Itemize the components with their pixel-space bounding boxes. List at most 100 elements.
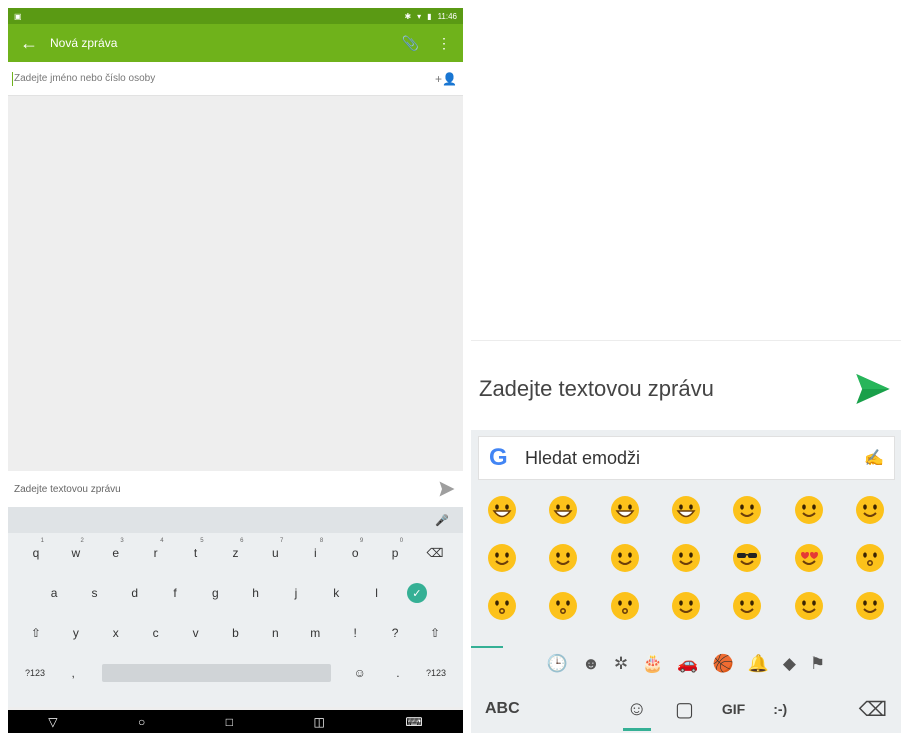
compose-field-zoomed[interactable]: Zadejte textovou zprávu xyxy=(471,350,901,428)
key-z[interactable]: z xyxy=(232,546,238,560)
emoji-search-bar[interactable]: G Hledat emodži ✍ xyxy=(478,436,895,480)
emoji-category-icon[interactable]: 🏀 xyxy=(712,654,733,674)
sticker-tab-icon[interactable]: ▢ xyxy=(675,697,694,722)
emoji-wink-icon[interactable] xyxy=(532,540,593,576)
emoji-kiss-heart-icon[interactable] xyxy=(840,540,901,576)
key-i[interactable]: i xyxy=(314,546,317,560)
emoji-hug-icon[interactable] xyxy=(778,588,839,624)
symbols-key[interactable]: ?123 xyxy=(16,668,54,678)
key-e[interactable]: e xyxy=(112,546,119,560)
key-u[interactable]: u xyxy=(272,546,279,560)
emoji-sunglasses-icon[interactable] xyxy=(717,540,778,576)
emoji-heart-eyes-icon[interactable] xyxy=(778,540,839,576)
done-key[interactable]: ✓ xyxy=(406,583,427,603)
shift-key[interactable]: ⇧ xyxy=(16,626,56,640)
key-l[interactable]: l xyxy=(356,586,396,600)
emoji-kiss-closed-icon[interactable] xyxy=(594,588,655,624)
nav-split-icon[interactable]: ◫ xyxy=(314,715,325,729)
space-key[interactable] xyxy=(102,664,331,682)
key-hint: 7 xyxy=(280,538,284,544)
key-m[interactable]: m xyxy=(295,626,335,640)
nav-back-icon[interactable]: ▽ xyxy=(48,715,57,729)
emoji-category-icon[interactable]: 🚗 xyxy=(677,654,698,674)
key-wrap: o9 xyxy=(335,538,375,560)
back-arrow-icon[interactable]: ← xyxy=(20,33,50,54)
emoji-beam-icon[interactable] xyxy=(532,492,593,528)
emoji-category-icon[interactable]: ◆ xyxy=(783,654,796,674)
emoji-tab-icon[interactable]: ☺ xyxy=(622,698,652,731)
send-icon[interactable] xyxy=(437,479,457,499)
emoji-yum-icon[interactable] xyxy=(655,540,716,576)
nav-home-icon[interactable]: ○ xyxy=(138,715,145,729)
keyboard-row-3: ⇧ y x c v b n m!? ⇧ xyxy=(8,613,463,653)
emoji-thinking-icon[interactable] xyxy=(840,588,901,624)
key-o[interactable]: o xyxy=(352,546,359,560)
emoji-kiss-smile-icon[interactable] xyxy=(532,588,593,624)
emoji-squint-icon[interactable] xyxy=(471,540,532,576)
key-y[interactable]: y xyxy=(56,626,96,640)
recipient-field[interactable]: Zadejte jméno nebo číslo osoby +👤 xyxy=(8,62,463,96)
key-c[interactable]: c xyxy=(136,626,176,640)
key-![interactable]: ! xyxy=(335,626,375,640)
emoji-kiss-icon[interactable] xyxy=(471,588,532,624)
key-k[interactable]: k xyxy=(316,586,356,600)
emoji-category-icon[interactable]: 🕒 xyxy=(547,654,568,674)
key-g[interactable]: g xyxy=(195,586,235,600)
gif-tab[interactable]: GIF xyxy=(722,701,745,717)
key-p[interactable]: p xyxy=(392,546,399,560)
comma-key[interactable]: , xyxy=(54,666,92,680)
microphone-icon[interactable]: 🎤 xyxy=(435,514,449,527)
emoji-category-icon[interactable]: 🔔 xyxy=(748,654,769,674)
key-hint: 0 xyxy=(399,538,404,544)
key-hint: 3 xyxy=(120,538,124,544)
key-?[interactable]: ? xyxy=(375,626,415,640)
emoji-slight-icon[interactable] xyxy=(655,588,716,624)
key-q[interactable]: q xyxy=(33,546,40,560)
emoji-blush-icon[interactable] xyxy=(840,492,901,528)
key-w[interactable]: w xyxy=(72,546,81,560)
emoji-rofl-icon[interactable] xyxy=(655,492,716,528)
add-person-icon[interactable]: +👤 xyxy=(435,72,457,86)
emoji-grin-sweat-icon[interactable] xyxy=(594,492,655,528)
emoji-smile-icon[interactable] xyxy=(717,492,778,528)
key-f[interactable]: f xyxy=(155,586,195,600)
emoji-category-icon[interactable]: 🎂 xyxy=(642,654,663,674)
abc-key[interactable]: ABC xyxy=(485,700,555,718)
handwriting-icon[interactable]: ✍ xyxy=(864,448,884,468)
key-v[interactable]: v xyxy=(176,626,216,640)
key-d[interactable]: d xyxy=(115,586,155,600)
emoji-key[interactable]: ☺ xyxy=(341,666,379,680)
emoticon-tab[interactable]: :-) xyxy=(773,701,787,717)
emoji-neutral-smile-icon[interactable] xyxy=(717,588,778,624)
nav-recents-icon[interactable]: □ xyxy=(226,715,233,729)
key-h[interactable]: h xyxy=(235,586,275,600)
nav-keyboard-icon[interactable]: ⌨ xyxy=(405,715,422,729)
emoji-grin-icon[interactable] xyxy=(471,492,532,528)
emoji-category-icon[interactable]: ☻ xyxy=(582,654,600,674)
delete-icon[interactable]: ⌫ xyxy=(859,697,887,722)
backspace-key[interactable]: ⌫ xyxy=(415,546,455,560)
key-b[interactable]: b xyxy=(216,626,256,640)
key-r[interactable]: r xyxy=(154,546,158,560)
emoji-category-icon[interactable]: ✲ xyxy=(614,654,628,674)
bluetooth-icon: ✱ xyxy=(404,11,412,21)
key-a[interactable]: a xyxy=(34,586,74,600)
period-key[interactable]: . xyxy=(379,666,417,680)
key-j[interactable]: j xyxy=(276,586,316,600)
key-s[interactable]: s xyxy=(74,586,114,600)
attachment-icon[interactable]: 📎 xyxy=(402,35,419,52)
key-x[interactable]: x xyxy=(96,626,136,640)
key-t[interactable]: t xyxy=(194,546,197,560)
send-icon[interactable] xyxy=(853,369,893,409)
emoji-category-icon[interactable]: ⚑ xyxy=(810,654,825,674)
compose-field[interactable]: Zadejte textovou zprávu xyxy=(8,471,463,507)
emoji-search-placeholder: Hledat emodži xyxy=(525,447,641,468)
shift-key-right[interactable]: ⇧ xyxy=(415,626,455,640)
key-n[interactable]: n xyxy=(255,626,295,640)
emoji-relieved-icon[interactable] xyxy=(594,540,655,576)
status-time: 11:46 xyxy=(437,11,457,21)
overflow-menu-icon[interactable]: ⋮ xyxy=(437,35,451,52)
emoji-smile-eyes-icon[interactable] xyxy=(778,492,839,528)
symbols-key-right[interactable]: ?123 xyxy=(417,668,455,678)
battery-icon: ▮ xyxy=(427,11,432,21)
